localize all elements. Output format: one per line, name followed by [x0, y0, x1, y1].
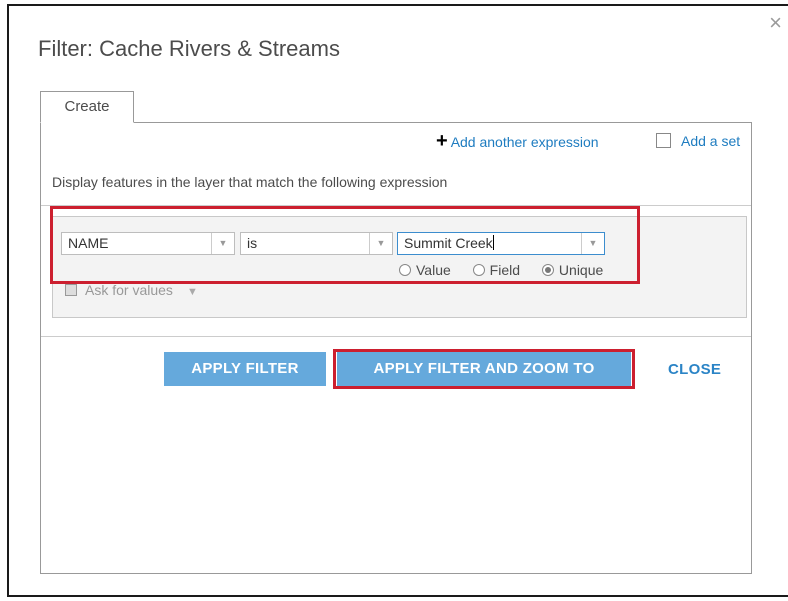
highlight-box-expression [50, 206, 640, 284]
dialog-title: Filter: Cache Rivers & Streams [38, 36, 340, 61]
apply-filter-button[interactable]: APPLY FILTER [164, 352, 326, 386]
tab-create[interactable]: Create [40, 91, 134, 123]
checkbox-icon[interactable] [65, 284, 77, 296]
add-expression-label: Add another expression [450, 134, 599, 150]
add-set-label: Add a set [681, 133, 741, 149]
add-expression-link[interactable]: + Add another expression [436, 131, 599, 151]
ask-for-values-label: Ask for values [85, 282, 173, 298]
divider [41, 336, 751, 337]
close-icon[interactable]: × [769, 12, 782, 34]
add-set-checkbox[interactable]: Add a set [656, 133, 740, 149]
plus-icon: + [436, 130, 448, 152]
ask-for-values-checkbox[interactable]: Ask for values ▼ [65, 282, 198, 298]
highlight-box-button [333, 349, 635, 389]
checkbox-icon[interactable] [656, 133, 671, 148]
filter-description: Display features in the layer that match… [52, 174, 448, 190]
close-button[interactable]: CLOSE [668, 361, 721, 378]
triangle-down-icon: ▼ [186, 286, 198, 298]
